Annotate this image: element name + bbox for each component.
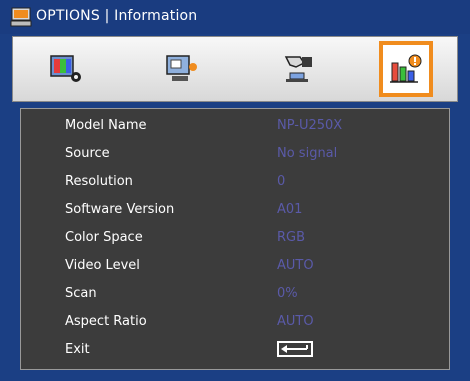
row-label: Aspect Ratio xyxy=(65,314,147,329)
info-row-color-space: Color Space RGB xyxy=(21,225,449,251)
row-label: Resolution xyxy=(65,174,133,189)
tab-setup[interactable] xyxy=(271,41,325,97)
information-panel: Model Name NP-U250X Source No signal Res… xyxy=(20,108,450,370)
info-row-source: Source No signal xyxy=(21,141,449,167)
information-settings-icon xyxy=(390,54,422,83)
info-row-resolution: Resolution 0 xyxy=(21,169,449,195)
tab-picture[interactable] xyxy=(39,41,93,97)
info-row-model-name: Model Name NP-U250X xyxy=(21,113,449,139)
row-label: Model Name xyxy=(65,118,147,133)
options-menu-icon xyxy=(10,7,32,27)
info-row-scan: Scan 0% xyxy=(21,281,449,307)
row-label: Scan xyxy=(65,286,97,301)
tab-display[interactable] xyxy=(155,41,209,97)
osd-window: OPTIONS | Information Model Name NP-U250… xyxy=(0,0,470,381)
row-value: A01 xyxy=(277,202,303,217)
row-label: Software Version xyxy=(65,202,175,217)
exit-label: Exit xyxy=(65,342,90,357)
window-title: OPTIONS | Information xyxy=(36,8,198,24)
row-value: AUTO xyxy=(277,314,314,329)
display-settings-icon xyxy=(166,55,197,81)
row-label: Video Level xyxy=(65,258,140,273)
title-bar: OPTIONS | Information xyxy=(0,0,470,34)
enter-return-icon[interactable] xyxy=(277,341,313,357)
tab-information[interactable] xyxy=(379,41,433,97)
row-value: 0 xyxy=(277,174,286,189)
row-label: Source xyxy=(65,146,110,161)
row-value: 0% xyxy=(277,286,298,301)
exit-row[interactable]: Exit xyxy=(21,337,449,363)
row-value: NP-U250X xyxy=(277,118,343,133)
row-value: AUTO xyxy=(277,258,314,273)
setup-settings-icon xyxy=(284,56,312,82)
info-row-aspect-ratio: Aspect Ratio AUTO xyxy=(21,309,449,335)
picture-settings-icon xyxy=(50,55,81,82)
row-value: RGB xyxy=(277,230,306,245)
tab-bar xyxy=(12,36,458,102)
row-label: Color Space xyxy=(65,230,143,245)
row-value: No signal xyxy=(277,146,338,161)
info-row-video-level: Video Level AUTO xyxy=(21,253,449,279)
info-row-software-version: Software Version A01 xyxy=(21,197,449,223)
